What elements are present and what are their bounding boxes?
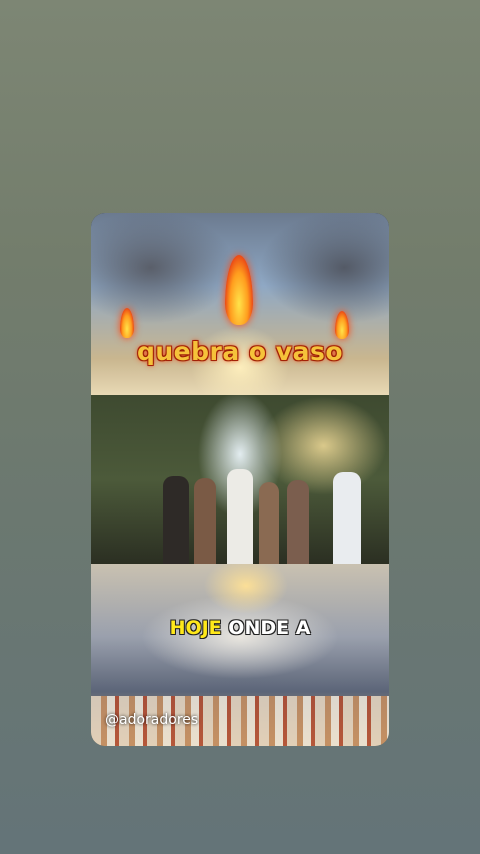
caption-top: quebra o vaso [136, 337, 344, 366]
person-figure [194, 478, 216, 564]
heaven-crowd-image: HOJE ONDE A @adoradores [91, 564, 389, 746]
caption-bottom-rest: ONDE A [221, 617, 311, 639]
watermark-handle: @adoradores [105, 712, 199, 728]
person-figure [227, 469, 253, 564]
person-figure [287, 480, 309, 564]
caption-bottom: HOJE ONDE A [91, 617, 389, 639]
person-figure [333, 472, 361, 564]
video-card[interactable]: quebra o vaso HOJE ONDE A @adoradores [91, 213, 389, 746]
caption-highlight-word: HOJE [169, 617, 222, 639]
fire-icon [225, 255, 253, 325]
sky-fire-image: quebra o vaso [91, 213, 389, 395]
fire-icon [120, 308, 134, 338]
person-figure [163, 476, 189, 564]
person-figure [259, 482, 279, 564]
fire-icon [335, 311, 349, 339]
waterfall-worship-image [91, 395, 389, 564]
